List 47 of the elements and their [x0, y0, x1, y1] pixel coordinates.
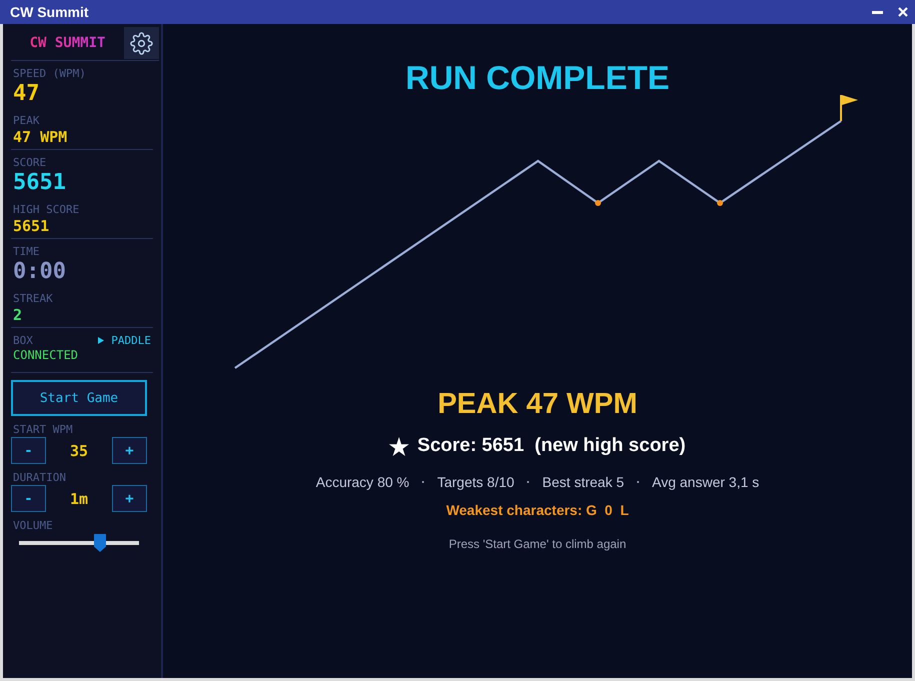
marker-dot-icon	[717, 200, 723, 206]
result-stat: Avg answer 3,1 s	[652, 473, 760, 491]
start-game-button[interactable]: Start Game	[11, 380, 147, 416]
connection-status: CONNECTED	[13, 348, 80, 362]
stat-value: 5651	[13, 170, 67, 196]
separator-dot-icon	[637, 481, 639, 483]
stat-label: SPEED (WPM)	[13, 67, 87, 80]
settings-icon	[130, 32, 153, 54]
result-stat: Targets 8/10	[437, 473, 514, 491]
separator-dot-icon	[422, 481, 424, 483]
results-title: RUN COMPLETE	[406, 60, 670, 95]
box-label: BOX	[13, 334, 33, 347]
close-icon	[898, 7, 908, 17]
stepper-value: 1m	[70, 490, 88, 508]
stepper-label: DURATION	[12, 471, 67, 484]
peak-speed: PEAK 47 WPM	[438, 387, 638, 421]
triangle-icon	[98, 337, 104, 344]
stat-value: 47 WPM	[13, 128, 68, 147]
result-stat: Accuracy 80 %	[316, 473, 410, 491]
score-text: Score: 5651 (new high score)	[417, 434, 686, 458]
stat-value: 47	[13, 81, 40, 107]
stat-value: 2	[13, 306, 24, 325]
slider-thumb[interactable]	[94, 534, 106, 552]
increment-button[interactable]: +	[112, 485, 147, 512]
flag-icon	[840, 95, 858, 121]
separator-dot-icon	[527, 481, 530, 483]
minimize-icon	[872, 10, 883, 14]
stepper-value: 35	[70, 442, 88, 460]
input-mode: PADDLE	[111, 334, 151, 347]
stat-value: 5651	[13, 217, 50, 236]
settings-button[interactable]	[124, 27, 159, 59]
stat-label: HIGH SCORE	[13, 203, 80, 216]
volume-label: VOLUME	[12, 519, 54, 532]
stat-label: PEAK	[13, 114, 40, 127]
result-stat: Best streak 5	[542, 473, 624, 491]
window-title: CW Summit	[10, 4, 89, 20]
stepper-label: START WPM	[12, 423, 74, 436]
restart-hint: Press 'Start Game' to climb again	[448, 536, 626, 552]
stat-label: TIME	[13, 245, 40, 258]
stat-label: SCORE	[13, 156, 48, 169]
weakest-characters: Weakest characters: G 0 L	[446, 501, 629, 519]
decrement-button[interactable]: -	[11, 485, 46, 512]
marker-dot-icon	[595, 200, 601, 206]
increment-button[interactable]: +	[112, 437, 147, 464]
decrement-button[interactable]: -	[11, 437, 46, 464]
stat-label: STREAK	[13, 292, 54, 305]
stat-value: 0:00	[13, 259, 67, 285]
